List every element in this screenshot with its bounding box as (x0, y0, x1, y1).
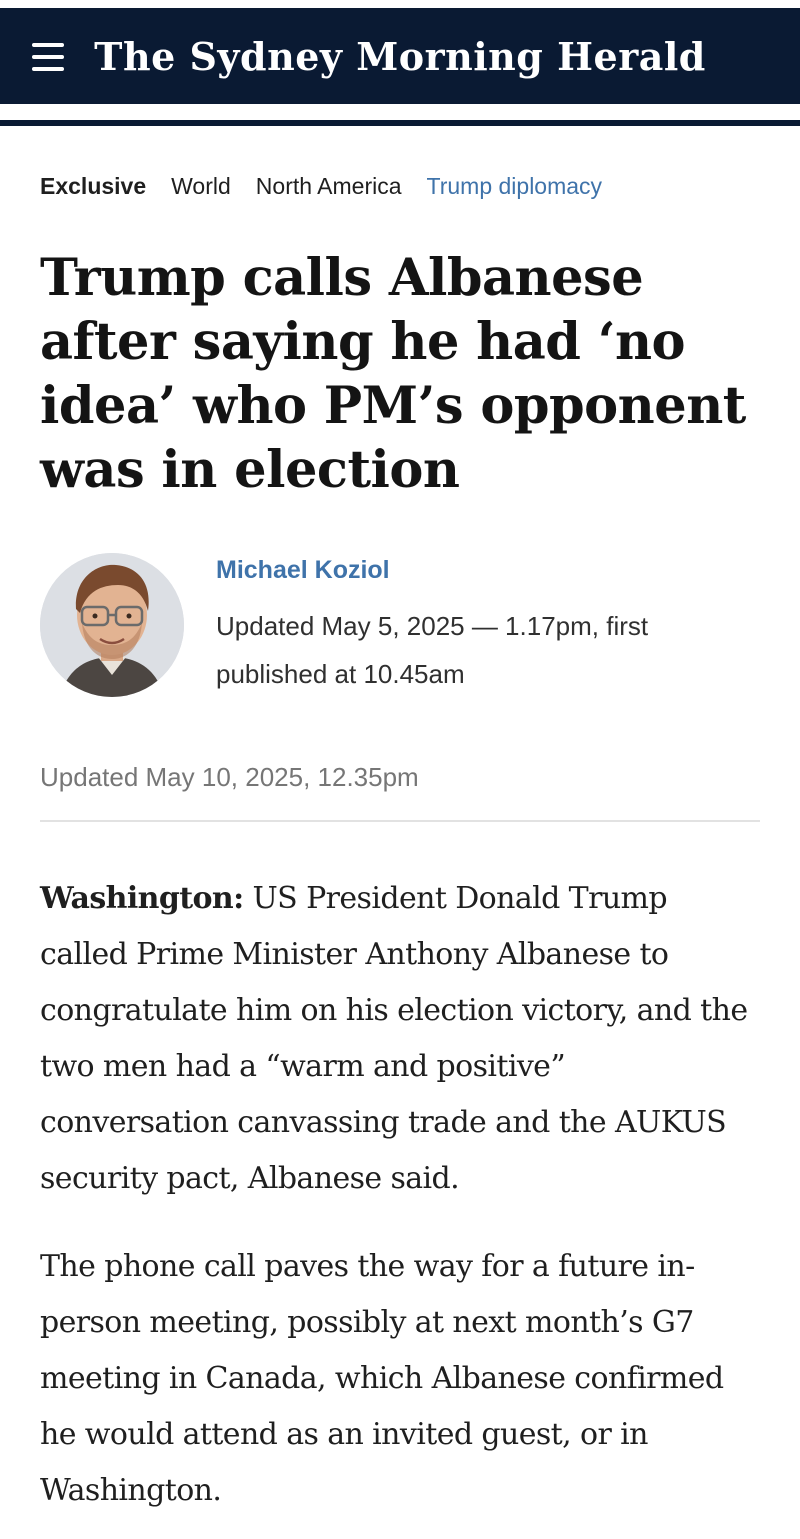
site-logo[interactable]: The Sydney Morning Herald (94, 8, 705, 104)
breadcrumb-north-america[interactable]: North America (256, 173, 402, 200)
status-strip (0, 0, 800, 8)
masthead: The Sydney Morning Herald (0, 8, 800, 104)
divider (40, 820, 760, 822)
article-paragraph: Washington: US President Donald Trump ca… (40, 871, 760, 1207)
updated-timestamp: Updated May 10, 2025, 12.35pm (40, 762, 419, 792)
article-paragraph: The phone call paves the way for a futur… (40, 1249, 724, 1508)
breadcrumb-topic[interactable]: Trump diplomacy (427, 173, 603, 200)
breadcrumb: Exclusive World North America Trump dipl… (40, 170, 627, 202)
dateline: Washington: (40, 881, 244, 916)
masthead-rule (0, 120, 800, 126)
menu-bar (32, 67, 64, 71)
paragraph-text: US President Donald Trump called Prime M… (40, 881, 748, 1196)
author-name-link[interactable]: Michael Koziol (216, 556, 390, 585)
breadcrumb-exclusive[interactable]: Exclusive (40, 173, 146, 200)
published-timestamp: Updated May 5, 2025 — 1.17pm, first publ… (216, 611, 649, 689)
hamburger-menu-icon[interactable] (26, 38, 70, 76)
author-portrait (40, 553, 184, 697)
breadcrumb-world[interactable]: World (171, 173, 231, 200)
menu-bar (32, 55, 64, 59)
article-headline: Trump calls Albanese after saying he had… (40, 248, 746, 500)
author-avatar[interactable] (40, 553, 184, 697)
menu-bar (32, 43, 64, 47)
